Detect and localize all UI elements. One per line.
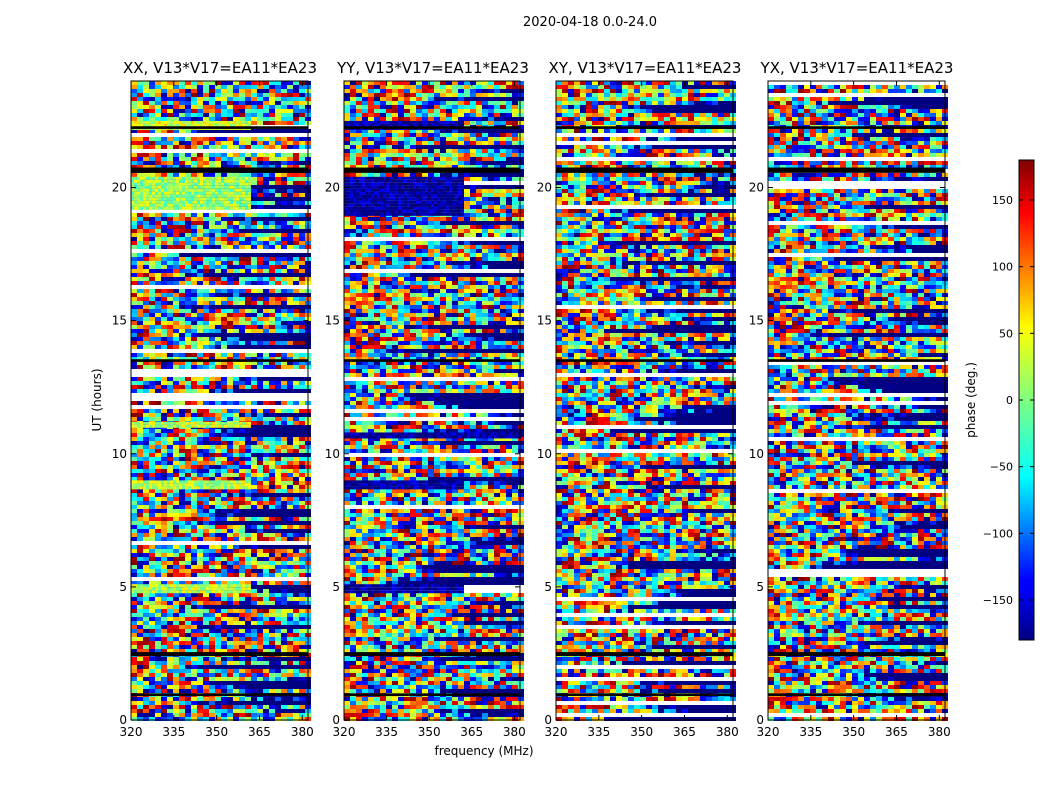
heatmap-yx [768,81,948,721]
x-tick-label: 380 [291,725,314,739]
x-tick-label: 380 [716,725,739,739]
x-tick-label: 320 [333,725,356,739]
y-tick-label: 20 [537,181,552,195]
y-tick-label: 5 [756,580,764,594]
y-tick-label: 15 [749,314,764,328]
y-tick-label: 0 [544,713,552,727]
x-tick-label: 380 [928,725,951,739]
panel-xy: XY, V13*V17=EA11*EA23 320 335 350 365 380 0 5… [537,59,742,739]
panel-title-yy: YY, V13*V17=EA11*EA23 [336,59,529,77]
colorbar-tick-label: 50 [999,327,1013,340]
heatmap-xy [556,81,736,721]
y-tick-label: 20 [325,181,340,195]
colorbar: 150 100 50 0 −50 −100 −150 phase (deg.) [964,160,1034,640]
x-tick-label: 335 [587,725,610,739]
y-tick-label: 20 [112,181,127,195]
x-tick-label: 320 [545,725,568,739]
y-tick-label: 5 [544,580,552,594]
colorbar-tick-label: −50 [990,461,1013,474]
x-tick-label: 350 [630,725,653,739]
x-tick-label: 365 [885,725,908,739]
panel-yy: YY, V13*V17=EA11*EA23 320 335 350 365 380 0 5… [325,59,529,739]
y-tick-label: 15 [537,314,552,328]
x-tick-label: 320 [120,725,143,739]
y-tick-label: 0 [756,713,764,727]
x-tick-label: 365 [673,725,696,739]
figure-suptitle: 2020-04-18 0.0-24.0 [523,15,657,30]
y-tick-label: 5 [332,580,340,594]
y-tick-label: 10 [749,447,764,461]
colorbar-tick-label: 150 [992,194,1013,207]
panel-title-xy: XY, V13*V17=EA11*EA23 [549,59,742,77]
x-tick-label: 380 [503,725,526,739]
y-tick-label: 0 [332,713,340,727]
panel-title-yx: YX, V13*V17=EA11*EA23 [760,59,954,77]
colorbar-tick-label: −100 [983,527,1013,540]
x-tick-label: 350 [418,725,441,739]
y-tick-label: 20 [749,181,764,195]
y-tick-label: 15 [325,314,340,328]
colorbar-tick-label: −150 [983,594,1013,607]
panel-title-xx: XX, V13*V17=EA11*EA23 [123,59,317,77]
colorbar-tick-label: 100 [992,261,1013,274]
heatmap-yy [344,81,524,721]
x-tick-label: 350 [205,725,228,739]
heatmap-xx [131,81,311,721]
x-tick-label: 335 [799,725,822,739]
figure: 2020-04-18 0.0-24.0 XX, V13*V17=EA11*EA2… [0,0,1050,800]
y-tick-label: 10 [325,447,340,461]
x-tick-label: 335 [375,725,398,739]
y-tick-label: 15 [112,314,127,328]
y-tick-label: 10 [537,447,552,461]
x-tick-label: 320 [757,725,780,739]
x-tick-label: 350 [842,725,865,739]
x-tick-label: 365 [460,725,483,739]
colorbar-tick-label: 0 [1006,394,1013,407]
x-tick-label: 335 [162,725,185,739]
y-tick-label: 5 [119,580,127,594]
x-tick-label: 365 [248,725,271,739]
panel-yx: YX, V13*V17=EA11*EA23 320 335 350 365 380 0 5… [749,59,954,739]
x-axis-label: frequency (MHz) [434,744,533,758]
y-tick-label: 10 [112,447,127,461]
panel-xx: XX, V13*V17=EA11*EA23 320 335 350 365 380 0 5… [112,59,317,739]
y-tick-label: 0 [119,713,127,727]
colorbar-label: phase (deg.) [964,362,978,438]
y-axis-label: UT (hours) [90,368,104,431]
